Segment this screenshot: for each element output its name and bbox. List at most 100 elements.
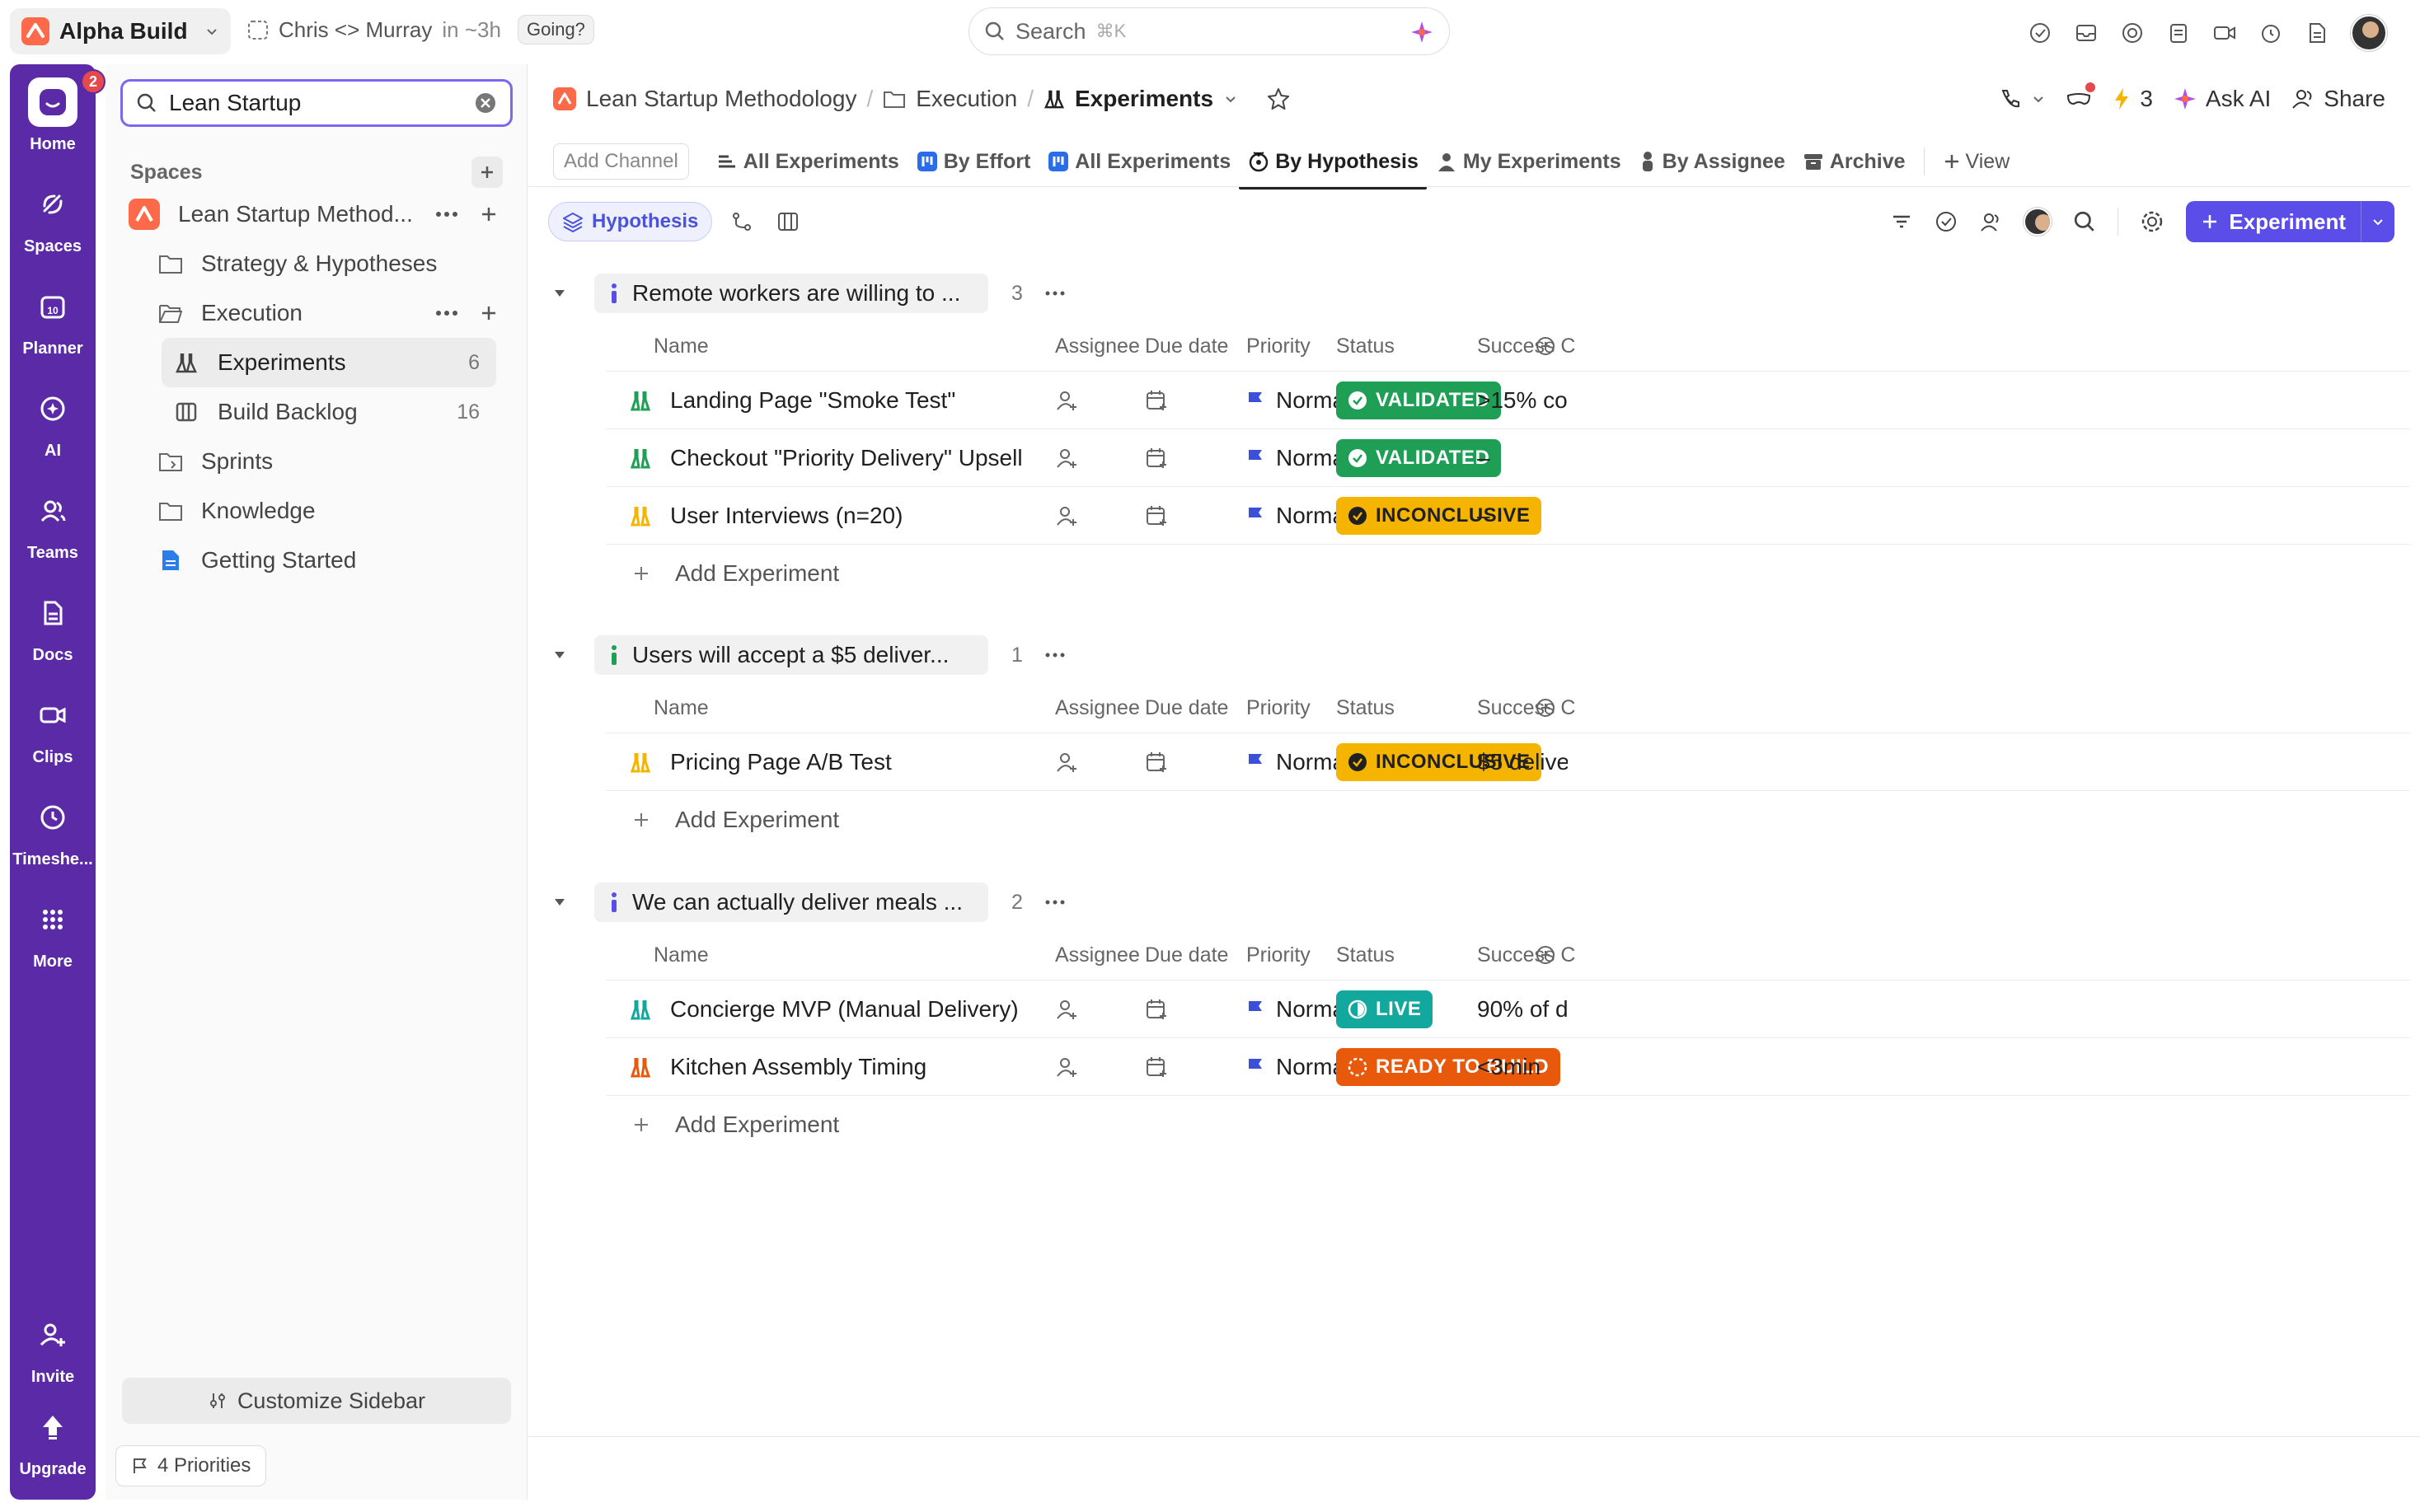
due-date-cell[interactable] xyxy=(1145,998,1168,1021)
column-assignee[interactable]: Assignee xyxy=(1055,943,1140,967)
assignees-icon[interactable] xyxy=(1979,210,2002,233)
group-title-pill[interactable]: Remote workers are willing to ... xyxy=(594,274,988,313)
workspace-switcher[interactable]: Alpha Build xyxy=(10,8,231,54)
table-row[interactable]: Concierge MVP (Manual Delivery) Normal LIV… xyxy=(606,980,2410,1037)
assignee-cell[interactable] xyxy=(1055,998,1078,1021)
column-name[interactable]: Name xyxy=(654,696,709,720)
check-circle-icon[interactable] xyxy=(1935,210,1958,233)
tab-all-experiments[interactable]: All Experiments xyxy=(707,137,908,186)
success-criteria-cell[interactable]: – xyxy=(1477,503,1568,529)
new-experiment-dropdown[interactable] xyxy=(2361,214,2394,229)
add-channel-button[interactable]: Add Channel xyxy=(553,143,689,180)
column-success[interactable]: Success C xyxy=(1477,696,1575,720)
customize-sidebar-button[interactable]: Customize Sidebar xyxy=(122,1378,511,1424)
add-column-icon[interactable] xyxy=(1536,945,1555,965)
subtasks-icon[interactable] xyxy=(730,210,753,233)
task-name[interactable]: User Interviews (n=20) xyxy=(670,503,903,529)
success-criteria-cell[interactable]: <3min xyxy=(1477,1054,1568,1080)
rail-teams[interactable]: Teams xyxy=(10,486,96,563)
add-experiment-row[interactable]: Add Experiment xyxy=(606,544,2410,602)
priorities-button[interactable]: 4 Priorities xyxy=(115,1445,267,1486)
rail-planner[interactable]: 10 Planner xyxy=(10,282,96,358)
collapse-caret-icon[interactable] xyxy=(551,285,568,302)
priority-cell[interactable]: Normal xyxy=(1246,387,1350,414)
rail-upgrade[interactable]: Upgrade xyxy=(10,1402,96,1479)
rail-more[interactable]: More xyxy=(10,895,96,971)
sidebar-item-experiments[interactable]: Experiments 6 xyxy=(162,338,496,387)
collapse-caret-icon[interactable] xyxy=(551,894,568,910)
status-cell[interactable]: LIVE xyxy=(1336,990,1433,1028)
assignee-cell[interactable] xyxy=(1055,389,1078,412)
rail-spaces[interactable]: Spaces xyxy=(10,180,96,256)
collapse-caret-icon[interactable] xyxy=(551,647,568,663)
goal-icon[interactable] xyxy=(2120,21,2145,45)
more-dots-icon[interactable] xyxy=(1044,289,1066,297)
column-due-date[interactable]: Due date xyxy=(1145,335,1228,358)
alarm-clock-icon[interactable] xyxy=(2258,21,2283,45)
tab-by-effort[interactable]: By Effort xyxy=(908,137,1039,186)
global-search[interactable]: Search ⌘K xyxy=(968,7,1450,55)
rail-ai[interactable]: AI xyxy=(10,384,96,461)
assignee-cell[interactable] xyxy=(1055,447,1078,470)
upcoming-meeting[interactable]: Chris <> Murray in ~3h Going? xyxy=(247,15,594,44)
table-row[interactable]: Kitchen Assembly Timing Normal READY TO BU… xyxy=(606,1037,2410,1095)
sidebar-item-build-backlog[interactable]: Build Backlog 16 xyxy=(162,387,496,437)
sidebar-item-knowledge[interactable]: Knowledge xyxy=(120,486,513,536)
success-criteria-cell[interactable]: 90% of deliver xyxy=(1477,996,1568,1023)
breadcrumb-folder[interactable]: Execution xyxy=(916,86,1017,112)
task-name[interactable]: Checkout "Priority Delivery" Upsell xyxy=(670,445,1023,471)
more-dots-icon[interactable] xyxy=(435,210,458,218)
priority-cell[interactable]: Normal xyxy=(1246,503,1350,529)
rsvp-button[interactable]: Going? xyxy=(517,15,594,44)
column-due-date[interactable]: Due date xyxy=(1145,696,1228,720)
column-priority[interactable]: Priority xyxy=(1246,696,1311,720)
more-dots-icon[interactable] xyxy=(1044,898,1066,906)
tab-archive[interactable]: Archive xyxy=(1794,137,1914,186)
tab-all-experiments-board[interactable]: All Experiments xyxy=(1039,137,1239,186)
add-column-icon[interactable] xyxy=(1536,336,1555,356)
sidebar-item-sprints[interactable]: Sprints xyxy=(120,437,513,486)
new-experiment-button[interactable]: Experiment xyxy=(2186,201,2394,242)
success-criteria-cell[interactable]: – xyxy=(1477,445,1568,471)
sidebar-item-execution[interactable]: Execution xyxy=(120,288,513,338)
plus-icon[interactable] xyxy=(480,304,498,322)
rail-timesheets[interactable]: Timeshe... xyxy=(10,793,96,869)
group-by-pill[interactable]: Hypothesis xyxy=(548,202,713,241)
breadcrumb-list[interactable]: Experiments xyxy=(1075,86,1213,112)
ai-sparkle-icon[interactable] xyxy=(1409,20,1434,44)
success-criteria-cell[interactable]: >15% conversi xyxy=(1477,387,1568,414)
column-due-date[interactable]: Due date xyxy=(1145,943,1228,967)
priority-cell[interactable]: Normal xyxy=(1246,749,1350,775)
column-priority[interactable]: Priority xyxy=(1246,335,1311,358)
columns-icon[interactable] xyxy=(776,210,800,233)
sidebar-search-input[interactable]: Lean Startup xyxy=(120,79,513,127)
tab-by-assignee[interactable]: By Assignee xyxy=(1630,137,1794,186)
table-row[interactable]: Landing Page "Smoke Test" Normal VALIDATED… xyxy=(606,371,2410,428)
task-check-icon[interactable] xyxy=(2028,21,2052,45)
rail-docs[interactable]: Docs xyxy=(10,588,96,665)
video-icon[interactable] xyxy=(2212,21,2237,45)
add-space-button[interactable] xyxy=(471,157,503,188)
clear-search-icon[interactable] xyxy=(474,91,497,115)
ask-ai-button[interactable]: Ask AI xyxy=(2173,86,2271,112)
sidebar-item-strategy[interactable]: Strategy & Hypotheses xyxy=(120,239,513,288)
column-status[interactable]: Status xyxy=(1336,943,1395,967)
more-dots-icon[interactable] xyxy=(1044,651,1066,659)
group-title-pill[interactable]: Users will accept a $5 deliver... xyxy=(594,635,988,675)
docs-icon[interactable] xyxy=(2305,21,2329,45)
search-icon[interactable] xyxy=(2073,210,2096,233)
automations-button[interactable]: 3 xyxy=(2112,86,2153,112)
call-button[interactable] xyxy=(1998,87,2046,111)
column-name[interactable]: Name xyxy=(654,335,709,358)
success-criteria-cell[interactable]: $5 delivery fee xyxy=(1477,749,1568,775)
priority-cell[interactable]: Normal xyxy=(1246,1054,1350,1080)
table-row[interactable]: Pricing Page A/B Test Normal INCONCLUSIVE $… xyxy=(606,733,2410,790)
add-experiment-row[interactable]: Add Experiment xyxy=(606,790,2410,848)
task-name[interactable]: Kitchen Assembly Timing xyxy=(670,1054,926,1080)
user-avatar[interactable] xyxy=(2351,15,2387,51)
priority-cell[interactable]: Normal xyxy=(1246,996,1350,1023)
column-name[interactable]: Name xyxy=(654,943,709,967)
task-name[interactable]: Pricing Page A/B Test xyxy=(670,749,892,775)
agent-button[interactable] xyxy=(2066,82,2096,109)
due-date-cell[interactable] xyxy=(1145,1056,1168,1079)
